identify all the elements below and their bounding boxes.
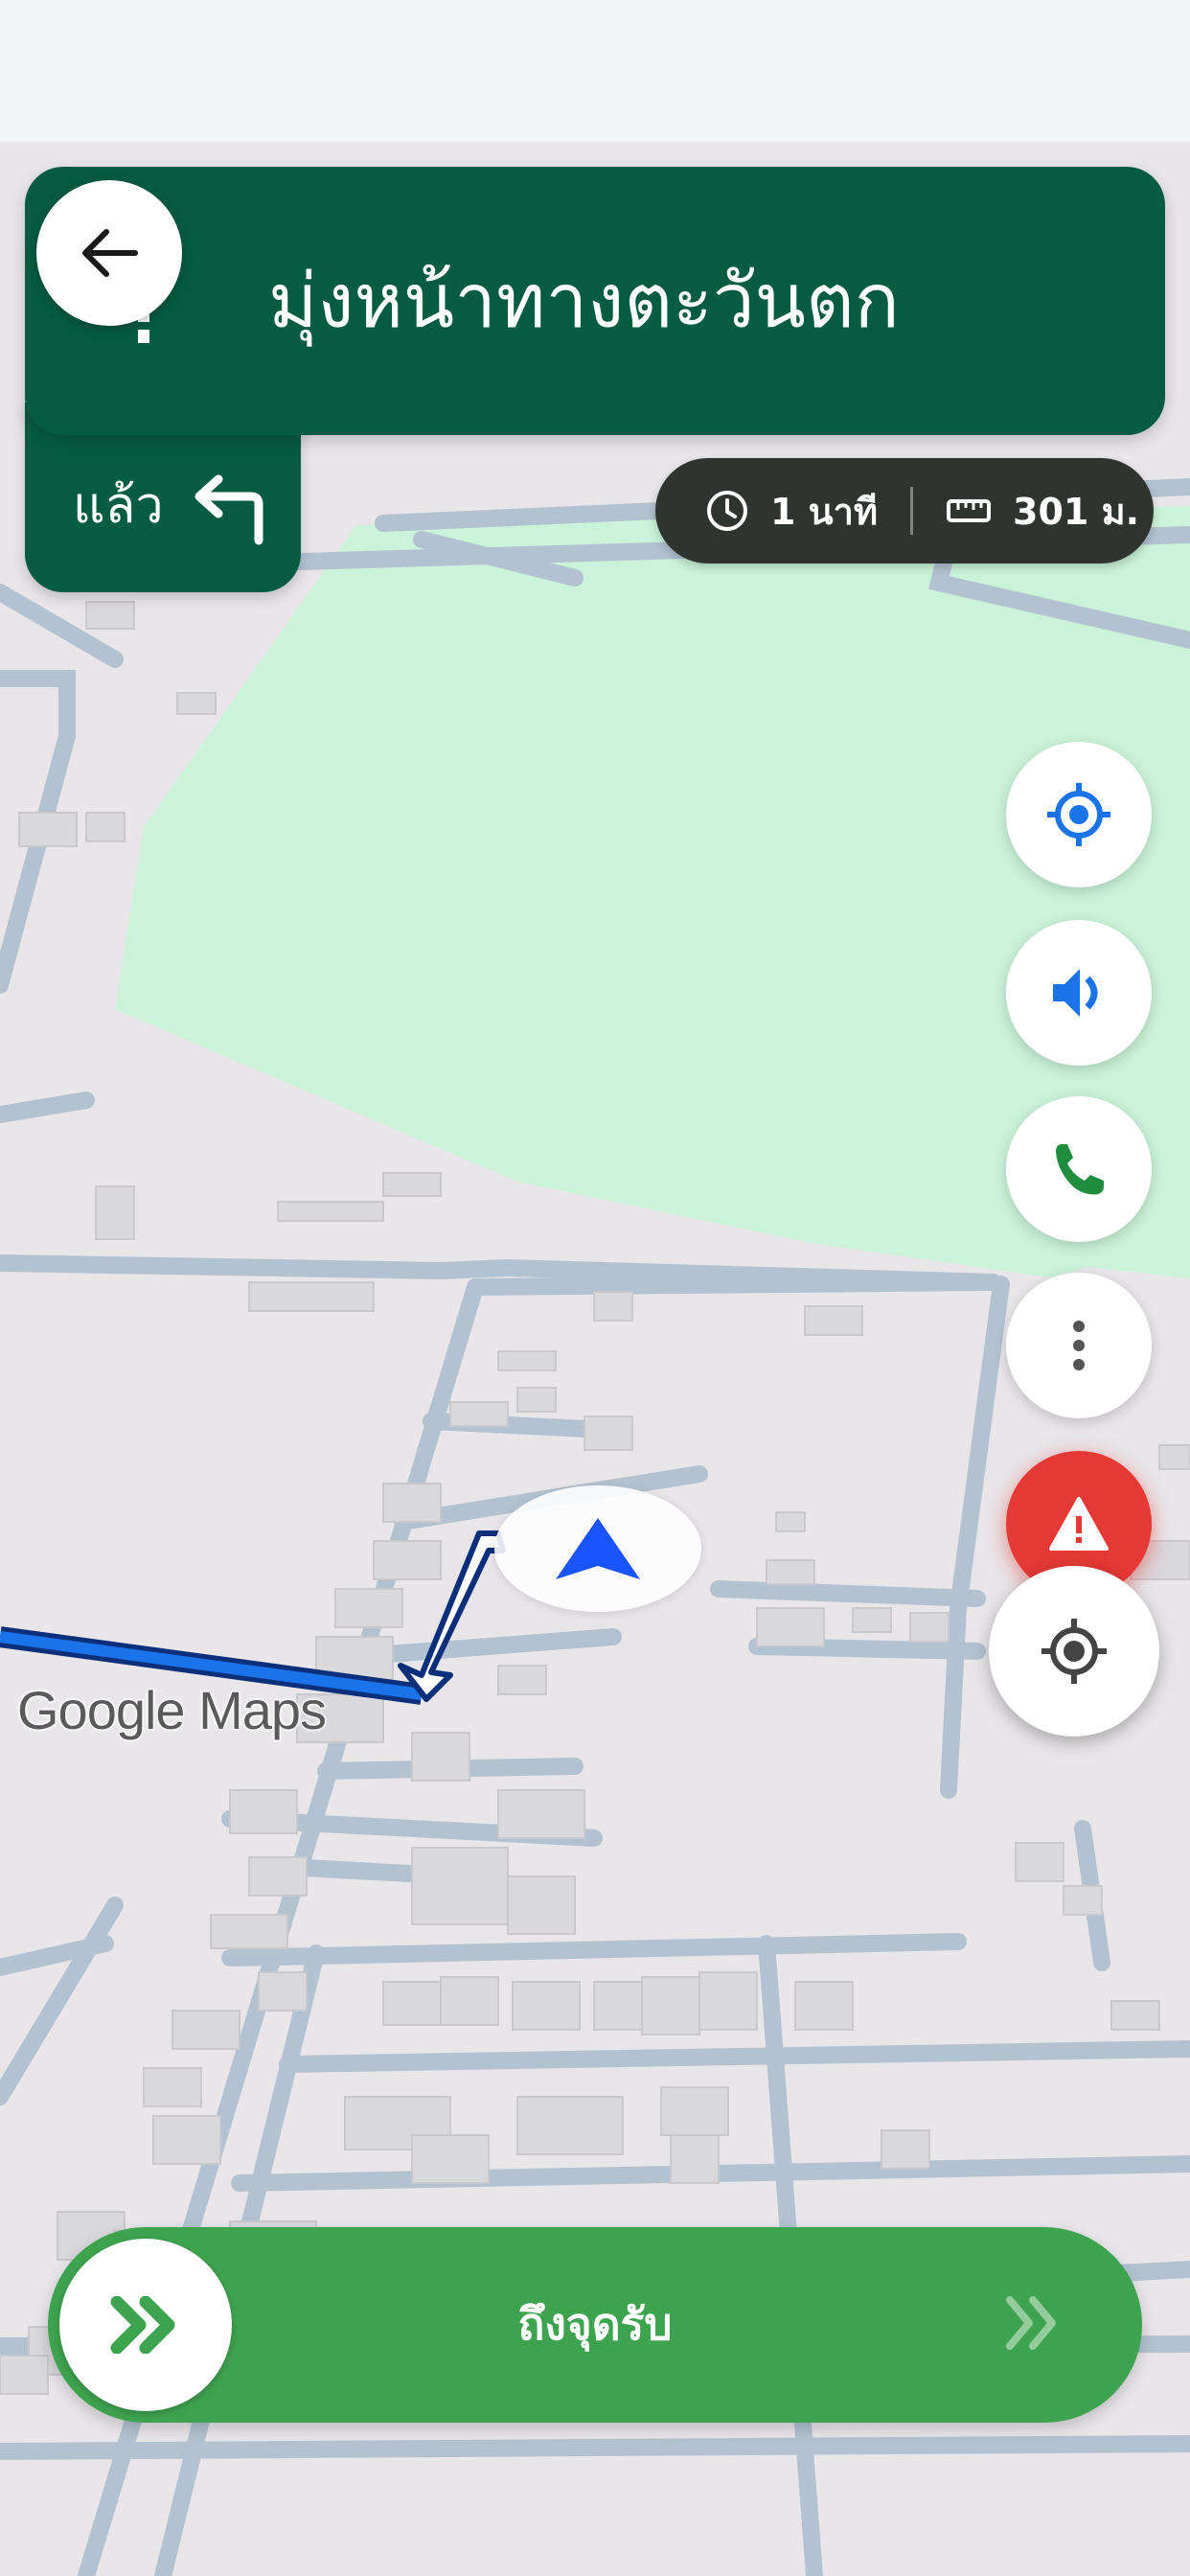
back-button[interactable] bbox=[36, 180, 182, 326]
status-bar-area bbox=[0, 0, 1190, 142]
locate-button[interactable] bbox=[1006, 742, 1152, 887]
next-turn-label: แล้ว bbox=[73, 477, 164, 535]
more-vertical-icon bbox=[1073, 1321, 1085, 1370]
sound-button[interactable] bbox=[1006, 920, 1152, 1066]
ruler-icon bbox=[947, 499, 992, 522]
trip-duration: 1 นาที bbox=[770, 490, 879, 533]
crosshair-icon bbox=[1047, 783, 1110, 846]
more-button[interactable] bbox=[1006, 1273, 1152, 1418]
vehicle-marker bbox=[494, 1485, 701, 1612]
warning-icon bbox=[1049, 1497, 1109, 1551]
arrived-slide-button[interactable]: ถึงจุดรับ bbox=[48, 2227, 1142, 2423]
slide-button-label: ถึงจุดรับ bbox=[517, 2298, 673, 2350]
recenter-button[interactable] bbox=[989, 1566, 1159, 1736]
trip-summary: 1 นาที 301 ม. bbox=[655, 458, 1154, 564]
phone-icon bbox=[1056, 1144, 1104, 1195]
navigation-banner: มุ่งหน้าทางตะวันตก bbox=[25, 167, 1165, 435]
divider bbox=[910, 487, 914, 535]
trip-distance: 301 ม. bbox=[1013, 490, 1140, 533]
gps-target-icon bbox=[1041, 1619, 1107, 1684]
call-button[interactable] bbox=[1006, 1096, 1152, 1242]
arrow-left-icon bbox=[82, 229, 138, 277]
navigation-arrow-icon bbox=[556, 1518, 640, 1579]
speaker-icon bbox=[1053, 969, 1098, 1017]
clock-icon bbox=[707, 491, 747, 531]
turn-left-icon bbox=[195, 474, 263, 545]
google-maps-logo: Google Maps bbox=[16, 1679, 328, 1741]
chevron-hint-icon bbox=[1006, 2296, 1056, 2350]
navigation-instruction: มุ่งหน้าทางตะวันตก bbox=[268, 259, 900, 345]
